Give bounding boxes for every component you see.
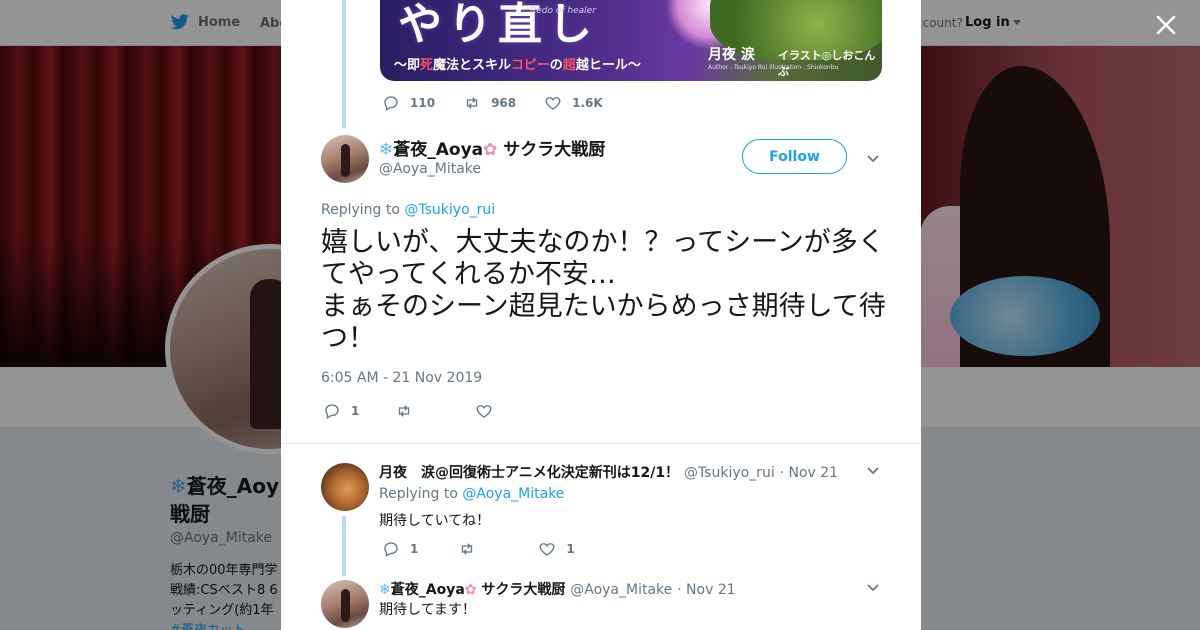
media-illustrator: イラスト◎しおこんぶ [778, 49, 876, 78]
close-icon[interactable] [1153, 12, 1179, 38]
prev-tweet-actions: 110 968 1.6K [382, 94, 631, 112]
snowflake-icon: ❄ [379, 582, 391, 598]
like-button[interactable] [475, 402, 503, 420]
chevron-down-icon[interactable] [865, 150, 881, 166]
reply-icon [325, 404, 339, 419]
thread-connector-line [342, 516, 346, 576]
replying-prefix: Replying to [321, 202, 405, 218]
retweet-button[interactable] [458, 540, 486, 558]
subtitle-highlight: コピー [510, 58, 550, 73]
like-count: 1 [566, 542, 575, 556]
replies-divider [281, 443, 921, 444]
reply-icon [384, 96, 398, 111]
subtitle-part: 〜即 [394, 58, 421, 73]
author-handle[interactable]: @Aoya_Mitake [379, 161, 481, 177]
reply-count: 110 [410, 96, 436, 110]
tweet-text: 嬉しいが、大丈夫なのか！？ってシーンが多くてやってくれるか不安… まぁそのシーン… [321, 227, 886, 354]
reply-count: 1 [351, 404, 360, 418]
replying-to-link[interactable]: @Tsukiyo_rui [404, 202, 495, 218]
chevron-down-icon[interactable] [865, 579, 881, 595]
tweet-timestamp[interactable]: 6:05 AM - 21 Nov 2019 [321, 370, 482, 386]
replying-to-link[interactable]: @Aoya_Mitake [462, 486, 564, 502]
media-title-en: Redo of healer [530, 6, 596, 16]
like-button[interactable]: 1 [538, 540, 575, 558]
tweet-permalink-overlay: やり直し Redo of healer 〜即死魔法とスキルコピーの超越ヒール〜 … [281, 0, 921, 630]
reply-avatar[interactable] [321, 463, 369, 511]
reply-button[interactable]: 1 [323, 402, 359, 420]
cherry-blossom-icon: ✿ [483, 140, 498, 160]
heart-icon [545, 97, 561, 110]
reply-handle: @Tsukiyo_rui [683, 465, 775, 481]
chevron-down-icon[interactable] [865, 462, 881, 478]
reply-count: 1 [410, 542, 419, 556]
media-subtitle: 〜即死魔法とスキルコピーの超越ヒール〜 [394, 54, 641, 73]
heart-icon [539, 543, 555, 556]
cherry-blossom-icon: ✿ [464, 582, 477, 598]
main-tweet-actions: 1 [323, 402, 531, 420]
follow-button[interactable]: Follow [742, 139, 847, 174]
like-button[interactable]: 1.6K [544, 94, 603, 112]
snowflake-icon: ❄ [379, 140, 394, 160]
subtitle-highlight: 死 [420, 58, 434, 73]
replying-prefix: Replying to [379, 486, 463, 502]
retweet-icon [466, 97, 478, 109]
media-author: 月夜 涙 [708, 47, 755, 63]
reply-handle: @Aoya_Mitake [570, 582, 673, 598]
retweet-count: 968 [491, 96, 517, 110]
reply-display-name: 蒼夜_Aoya [390, 582, 465, 598]
retweet-button[interactable]: 968 [463, 94, 516, 112]
author-name-text: 蒼夜_Aoya [393, 140, 484, 160]
author-display-name[interactable]: ❄蒼夜_Aoya✿ サクラ大戦厨 [379, 135, 605, 160]
reply-name-suffix: サクラ大戦厨 [476, 582, 566, 598]
reply-actions: 1 1 [382, 540, 603, 558]
retweet-icon [399, 405, 410, 417]
replying-to: Replying to @Tsukiyo_rui [321, 202, 495, 218]
subtitle-part: の [549, 58, 563, 73]
author-avatar[interactable] [321, 135, 369, 183]
reply-date[interactable]: · Nov 21 [780, 465, 839, 481]
reply-author[interactable]: ❄蒼夜_Aoya✿ サクラ大戦厨 @Aoya_Mitake · Nov 21 [379, 579, 736, 599]
heart-icon [476, 405, 492, 418]
tweet-media-image[interactable]: やり直し Redo of healer 〜即死魔法とスキルコピーの超越ヒール〜 … [380, 0, 882, 81]
reply-text: 期待してます！ [379, 602, 476, 618]
reply-avatar[interactable] [321, 580, 369, 628]
reply-button[interactable]: 110 [382, 94, 435, 112]
reply-display-name: 月夜 涙@回復術士アニメ化決定新刊は12/1！ [379, 465, 680, 481]
like-count: 1.6K [572, 96, 603, 110]
thread-connector-line [342, 0, 346, 128]
author-name-suffix: サクラ大戦厨 [497, 140, 606, 160]
reply-author[interactable]: 月夜 涙@回復術士アニメ化決定新刊は12/1！ @Tsukiyo_rui · N… [379, 462, 838, 482]
reply-button[interactable]: 1 [382, 540, 418, 558]
retweet-icon [462, 543, 473, 555]
replying-to: Replying to @Aoya_Mitake [379, 486, 564, 502]
media-credit-en: Author : Tsukiyo Rui Illustration : Shio… [708, 64, 839, 71]
retweet-button[interactable] [395, 402, 423, 420]
reply-date[interactable]: · Nov 21 [677, 582, 736, 598]
subtitle-part: 越ヒール〜 [575, 58, 641, 73]
subtitle-part: 魔法とスキル [433, 58, 511, 73]
reply-text: 期待していてね！ [379, 513, 491, 529]
reply-icon [384, 542, 398, 557]
subtitle-highlight: 超 [562, 58, 576, 73]
